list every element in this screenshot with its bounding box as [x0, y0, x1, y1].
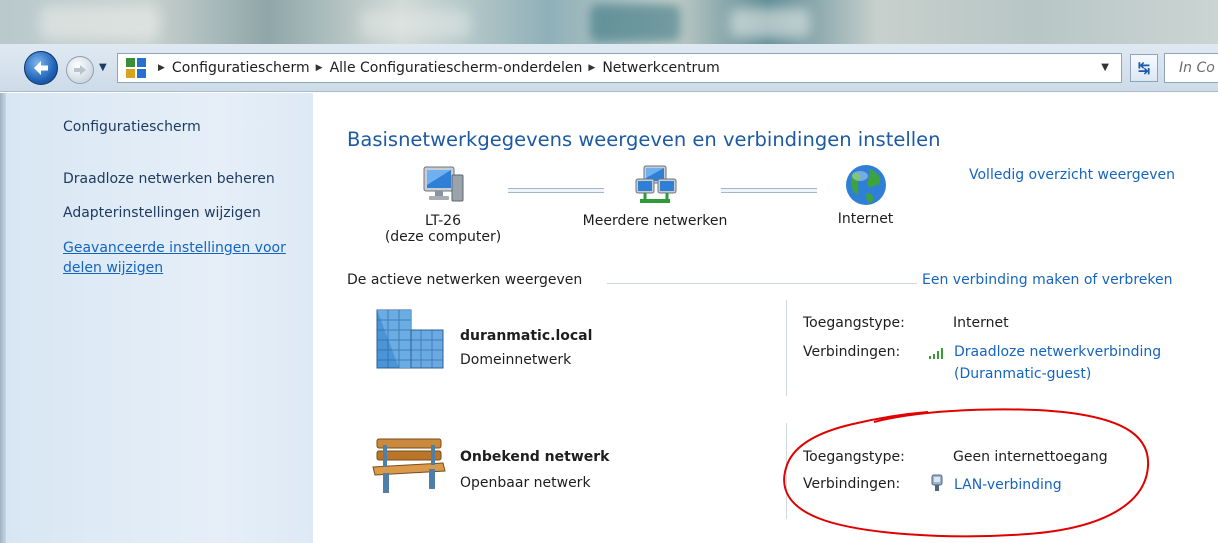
network-name: Onbekend netwerk [460, 449, 610, 465]
connection-ssid: (Duranmatic-guest) [954, 366, 1092, 382]
network-name: duranmatic.local [460, 328, 593, 344]
sidebar-home-link[interactable]: Configuratiescherm [63, 119, 201, 135]
network-domain-icon[interactable] [369, 308, 447, 372]
wireless-connection-link[interactable]: Draadloze netwerkverbinding (Duranmatic-… [954, 341, 1161, 385]
page-title: Basisnetwerkgegevens weergeven en verbin… [347, 128, 941, 151]
network-icon [632, 165, 678, 207]
multiple-networks-label: Meerdere netwerken [582, 213, 728, 229]
chevron-right-icon[interactable]: ▶ [158, 63, 165, 73]
map-node-multiple-networks[interactable]: Meerdere netwerken [575, 165, 735, 229]
breadcrumb-all-items[interactable]: Alle Configuratiescherm-onderdelen [330, 60, 583, 76]
window-title-bar [0, 0, 1218, 44]
map-node-computer: LT-26 (deze computer) [383, 165, 503, 245]
access-type-value: Internet [953, 315, 1009, 331]
wireless-signal-icon [928, 346, 946, 360]
sidebar-item-manage-wireless[interactable]: Draadloze netwerken beheren [63, 171, 275, 187]
section-divider [607, 283, 917, 284]
connect-disconnect-link[interactable]: Een verbinding maken of verbreken [922, 272, 1172, 288]
refresh-icon: ↹ [1137, 59, 1151, 77]
public-network-bench-icon[interactable] [371, 435, 447, 495]
map-node-internet[interactable]: Internet [818, 163, 913, 227]
window-frame-edge [0, 93, 6, 543]
computer-name: LT-26 [424, 213, 461, 229]
main-content: Basisnetwerkgegevens weergeven en verbin… [313, 93, 1218, 543]
computer-icon [420, 165, 466, 207]
back-button[interactable] [24, 51, 58, 85]
chevron-right-icon[interactable]: ▶ [588, 63, 595, 73]
recent-pages-dropdown[interactable]: ▼ [99, 62, 107, 73]
address-dropdown[interactable]: ▼ [1101, 62, 1109, 73]
sidebar: Configuratiescherm Draadloze netwerken b… [0, 93, 313, 543]
refresh-button[interactable]: ↹ [1130, 54, 1158, 82]
address-bar[interactable]: ▶ Configuratiescherm ▶ Alle Configuratie… [117, 53, 1122, 83]
map-connector [721, 188, 817, 193]
sidebar-item-advanced-sharing[interactable]: Geavanceerde instellingen voor delen wij… [63, 238, 313, 278]
breadcrumb-network-center[interactable]: Netwerkcentrum [602, 60, 719, 76]
search-input[interactable]: In Co [1164, 53, 1218, 83]
chevron-right-icon[interactable]: ▶ [316, 63, 323, 73]
connections-label: Verbindingen: [803, 344, 901, 360]
red-circle-annotation [783, 408, 1150, 538]
sidebar-item-adapter-settings[interactable]: Adapterinstellingen wijzigen [63, 205, 261, 221]
navigation-bar: ▼ ▶ Configuratiescherm ▶ Alle Configurat… [0, 44, 1218, 92]
globe-icon [843, 163, 889, 205]
control-panel-icon [126, 58, 146, 78]
arrow-right-icon [74, 65, 86, 75]
arrow-left-icon [34, 61, 48, 75]
computer-subtitle: (deze computer) [384, 229, 502, 245]
network-type-link[interactable]: Domeinnetwerk [460, 352, 571, 368]
vertical-divider [786, 300, 787, 396]
network-type-link[interactable]: Openbaar netwerk [460, 475, 591, 491]
full-overview-link[interactable]: Volledig overzicht weergeven [969, 167, 1175, 183]
active-networks-header: De actieve netwerken weergeven [347, 272, 583, 288]
internet-label: Internet [837, 211, 894, 227]
forward-button[interactable] [66, 56, 94, 84]
access-type-label: Toegangstype: [803, 315, 905, 331]
breadcrumb-control-panel[interactable]: Configuratiescherm [172, 60, 310, 76]
connection-name: Draadloze netwerkverbinding [954, 344, 1162, 360]
